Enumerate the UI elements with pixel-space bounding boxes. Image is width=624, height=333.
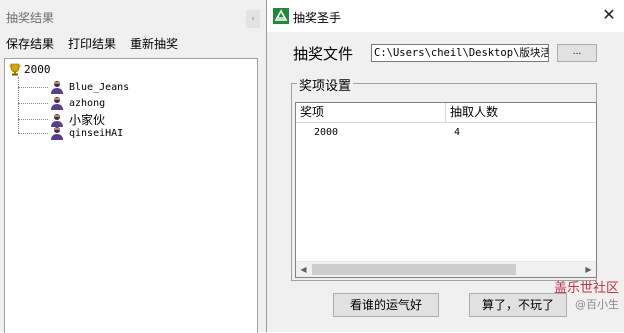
tree-root-node[interactable]: 2000 bbox=[9, 63, 51, 76]
menu-print-results[interactable]: 打印结果 bbox=[68, 35, 116, 52]
window-control-button[interactable]: ‹ bbox=[246, 10, 260, 28]
tree-child-label: Blue_Jeans bbox=[69, 81, 130, 93]
dialog-titlebar[interactable]: 抽奖圣手 ✕ bbox=[267, 0, 624, 32]
tree-child-node[interactable]: Blue_Jeans bbox=[18, 80, 129, 94]
menu-redraw[interactable]: 重新抽奖 bbox=[130, 35, 178, 52]
horizontal-scrollbar[interactable]: ◀ ▶ bbox=[296, 261, 596, 277]
trophy-icon bbox=[9, 63, 21, 76]
list-header: 奖项 抽取人数 bbox=[296, 103, 596, 123]
scroll-left-icon[interactable]: ◀ bbox=[296, 262, 311, 277]
count-cell: 4 bbox=[454, 127, 461, 138]
tree-connector bbox=[18, 86, 48, 88]
start-draw-button[interactable]: 看谁的运气好 bbox=[333, 293, 439, 317]
person-icon bbox=[51, 127, 63, 140]
lottery-dialog: 抽奖圣手 ✕ 抽奖文件 C:\Users\cheil\Desktop\版块活 .… bbox=[266, 0, 624, 332]
results-menu-bar: 保存结果 打印结果 重新抽奖 bbox=[6, 35, 178, 52]
tree-root-label: 2000 bbox=[24, 63, 51, 76]
column-header-count[interactable]: 抽取人数 bbox=[446, 103, 596, 122]
person-icon bbox=[51, 81, 63, 94]
scrollbar-thumb[interactable] bbox=[312, 264, 516, 275]
results-tree[interactable]: 2000 Blue_Jeans azhong 小家伙 qinseiHAI bbox=[4, 58, 258, 333]
prize-cell: 2000 bbox=[314, 127, 339, 138]
tree-child-node[interactable]: azhong bbox=[18, 96, 105, 110]
prize-list[interactable]: 奖项 抽取人数 2000 4 ◀ ▶ bbox=[295, 102, 597, 278]
tree-child-label: azhong bbox=[69, 97, 106, 109]
results-window: 抽奖结果 ‹ 保存结果 打印结果 重新抽奖 2000 Blue_Jeans az… bbox=[0, 0, 268, 333]
tree-connector bbox=[18, 102, 48, 104]
tree-connector bbox=[18, 119, 48, 120]
tree-child-node[interactable]: qinseiHAI bbox=[18, 126, 123, 140]
scroll-right-icon[interactable]: ▶ bbox=[581, 262, 596, 277]
watermark: 盖乐世社区 @百小生 bbox=[539, 281, 619, 313]
person-icon bbox=[51, 113, 63, 127]
watermark-line2: @百小生 bbox=[575, 298, 619, 311]
menu-save-results[interactable]: 保存结果 bbox=[6, 35, 54, 52]
group-label: 奖项设置 bbox=[297, 75, 354, 94]
tree-child-label: qinseiHAI bbox=[69, 127, 124, 139]
column-header-prize[interactable]: 奖项 bbox=[296, 103, 446, 122]
close-icon[interactable]: ✕ bbox=[601, 6, 617, 24]
dialog-title: 抽奖圣手 bbox=[293, 11, 342, 25]
tree-connector bbox=[18, 132, 48, 134]
app-logo-icon bbox=[273, 8, 289, 24]
file-label: 抽奖文件 bbox=[293, 45, 354, 63]
browse-button[interactable]: ... bbox=[557, 44, 597, 62]
person-icon bbox=[51, 97, 63, 110]
watermark-line1: 盖乐世社区 bbox=[553, 281, 619, 296]
table-row[interactable]: 2000 4 bbox=[296, 125, 596, 141]
file-path-input[interactable]: C:\Users\cheil\Desktop\版块活 bbox=[371, 44, 549, 62]
results-window-title: 抽奖结果 bbox=[6, 11, 55, 25]
